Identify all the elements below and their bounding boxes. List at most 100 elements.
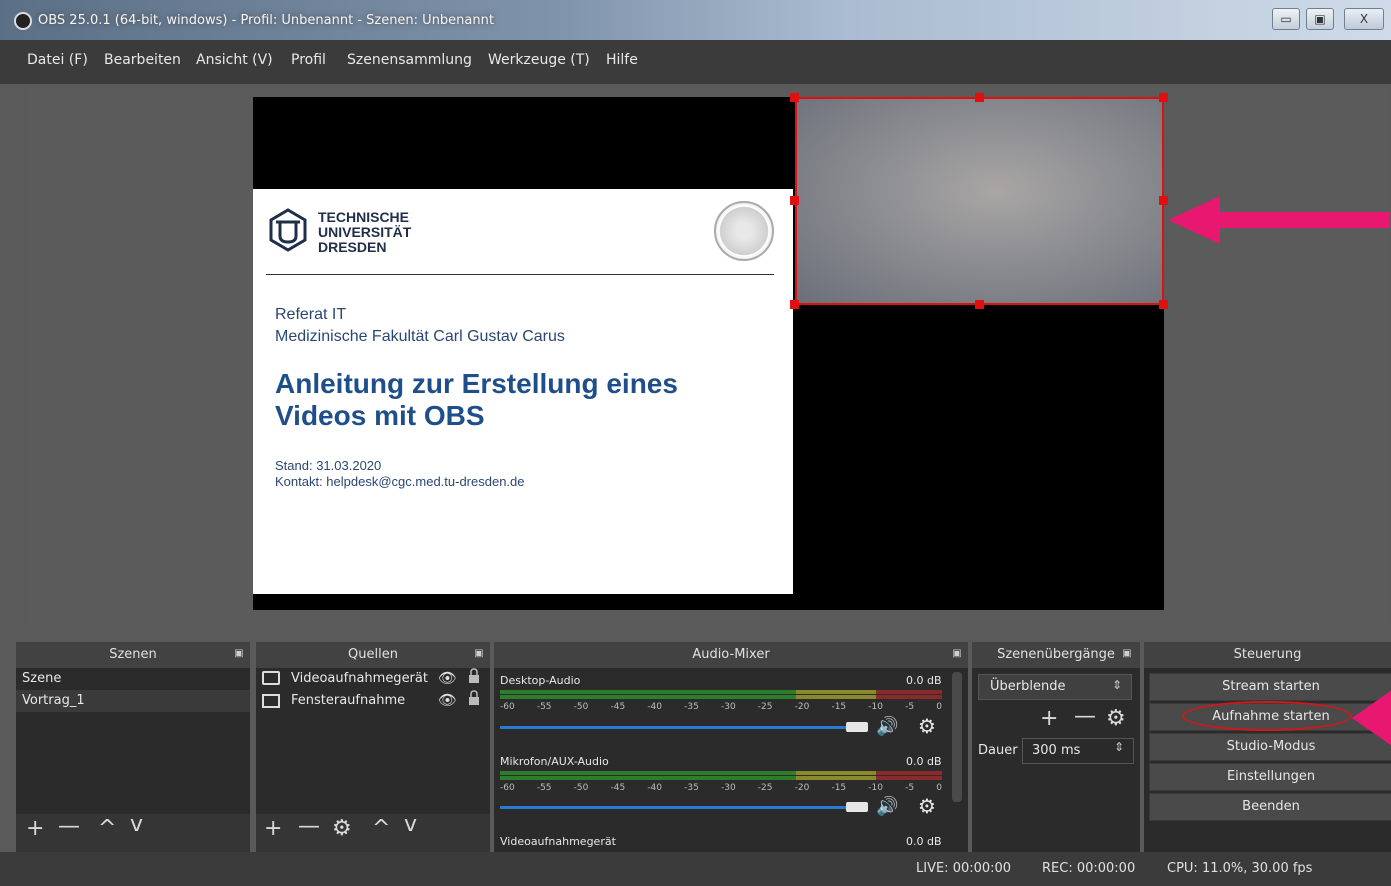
gear-icon[interactable]: ⚙ xyxy=(918,794,936,818)
audio-channel-name: Desktop-Audio xyxy=(500,674,581,687)
gear-icon[interactable]: ⚙ xyxy=(332,816,352,841)
live-timer: LIVE: 00:00:00 xyxy=(916,861,1012,876)
annotation-arrow-icon xyxy=(1352,690,1391,746)
menu-szenensammlung[interactable]: Szenensammlung xyxy=(347,52,472,68)
volume-slider-knob[interactable] xyxy=(846,722,868,732)
dock-float-icon[interactable]: ▣ xyxy=(234,648,244,660)
transition-selected-value: Überblende xyxy=(990,679,1066,694)
controls-dock-title: Steuerung xyxy=(1233,647,1302,662)
lock-icon[interactable] xyxy=(468,668,480,684)
audio-channel-name: Mikrofon/AUX-Audio xyxy=(500,755,609,768)
gear-icon[interactable]: ⚙ xyxy=(1106,706,1126,731)
menu-bar: Datei (F) Bearbeiten Ansicht (V) Profil … xyxy=(0,40,1391,84)
resize-handle[interactable] xyxy=(790,196,799,205)
speaker-icon[interactable]: 🔊 xyxy=(876,716,898,737)
volume-meter xyxy=(500,695,942,699)
source-item[interactable]: Fensteraufnahme xyxy=(291,690,405,712)
duration-value[interactable]: 300 ms xyxy=(1032,740,1080,762)
move-up-icon[interactable]: ^ xyxy=(98,816,116,841)
resize-handle[interactable] xyxy=(790,300,799,309)
dock-float-icon[interactable]: ▣ xyxy=(474,648,484,660)
sources-dock-header: Quellen ▣ xyxy=(256,642,490,668)
resize-handle[interactable] xyxy=(1159,196,1168,205)
scene-item[interactable]: Szene xyxy=(22,668,248,690)
audio-channel-level: 0.0 dB xyxy=(906,755,942,768)
highlight-ellipse xyxy=(1182,701,1352,731)
resize-handle[interactable] xyxy=(975,300,984,309)
camera-icon xyxy=(262,671,280,685)
tud-logo-icon xyxy=(269,208,307,252)
slide-title-line-1: Anleitung zur Erstellung eines xyxy=(275,368,678,399)
transitions-dock-header: Szenenübergänge ▣ xyxy=(972,642,1140,668)
menu-werkzeuge[interactable]: Werkzeuge (T) xyxy=(488,52,590,68)
exit-button[interactable]: Beenden xyxy=(1149,793,1391,821)
scene-item-selected[interactable]: Vortrag_1 xyxy=(16,690,250,712)
audio-channel-name: Videoaufnahmegerät xyxy=(500,835,616,848)
cpu-status: CPU: 11.0%, 30.00 fps xyxy=(1167,861,1313,876)
menu-datei[interactable]: Datei (F) xyxy=(27,52,88,68)
volume-meter xyxy=(500,690,942,694)
resize-handle[interactable] xyxy=(1159,93,1168,102)
close-button[interactable]: X xyxy=(1344,8,1384,30)
audio-dock-title: Audio-Mixer xyxy=(692,647,770,662)
minimize-button[interactable]: ▭ xyxy=(1272,8,1300,30)
slide-stand: Stand: 31.03.2020 xyxy=(275,458,382,473)
add-source-icon[interactable]: + xyxy=(264,816,282,841)
webcam-source-selected[interactable] xyxy=(795,97,1164,305)
audio-scrollbar[interactable] xyxy=(952,672,962,802)
add-scene-icon[interactable]: + xyxy=(26,816,44,841)
volume-slider[interactable] xyxy=(500,726,866,729)
tud-logo-line-3: DRESDEN xyxy=(318,239,387,255)
slide-divider xyxy=(266,274,774,275)
window-title: OBS 25.0.1 (64-bit, windows) - Profil: U… xyxy=(38,13,494,28)
menu-bearbeiten[interactable]: Bearbeiten xyxy=(104,52,181,68)
add-transition-icon[interactable]: + xyxy=(1040,706,1058,731)
rec-timer: REC: 00:00:00 xyxy=(1042,861,1136,876)
volume-slider[interactable] xyxy=(500,806,866,809)
slide-kontakt: Kontakt: helpdesk@cgc.med.tu-dresden.de xyxy=(275,474,525,489)
menu-hilfe[interactable]: Hilfe xyxy=(606,52,638,68)
duration-label: Dauer xyxy=(978,743,1018,758)
resize-handle[interactable] xyxy=(975,93,984,102)
university-seal-icon xyxy=(714,201,774,261)
menu-ansicht[interactable]: Ansicht (V) xyxy=(196,52,273,68)
tud-logo-line-2: UNIVERSITÄT xyxy=(318,224,412,240)
maximize-button[interactable]: ▣ xyxy=(1306,8,1334,30)
source-item[interactable]: Videoaufnahmegerät xyxy=(291,668,428,690)
resize-handle[interactable] xyxy=(1159,300,1168,309)
move-up-icon[interactable]: ^ xyxy=(372,816,390,841)
controls-dock-header: Steuerung xyxy=(1144,642,1391,668)
meter-ticks: -60 -55 -50 -45 -40 -35 -30 -25 -20 -15 -10 -5 0 xyxy=(500,783,942,793)
chevron-updown-icon: ⇕ xyxy=(1112,678,1123,692)
settings-button[interactable]: Einstellungen xyxy=(1149,763,1391,791)
audio-channel-level: 0.0 dB xyxy=(906,674,942,687)
spin-arrows-icon[interactable]: ⇕ xyxy=(1114,740,1124,754)
move-down-icon[interactable]: v xyxy=(130,812,143,837)
move-down-icon[interactable]: v xyxy=(404,812,417,837)
slide-subtitle-1: Referat IT xyxy=(275,306,347,323)
annotation-arrow-icon xyxy=(1168,196,1390,244)
resize-handle[interactable] xyxy=(790,93,799,102)
remove-source-icon[interactable]: — xyxy=(298,814,320,839)
gear-icon[interactable]: ⚙ xyxy=(918,714,936,738)
volume-slider-knob[interactable] xyxy=(846,802,868,812)
slide-title-line-2: Videos mit OBS xyxy=(275,400,485,431)
tud-logo-line-1: TECHNISCHE xyxy=(318,209,410,225)
audio-dock-header: Audio-Mixer ▣ xyxy=(494,642,968,668)
remove-transition-icon[interactable]: — xyxy=(1074,704,1096,729)
sources-dock-title: Quellen xyxy=(348,647,398,662)
slide-subtitle-2: Medizinische Fakultät Carl Gustav Carus xyxy=(275,328,565,345)
volume-meter xyxy=(500,776,942,780)
visibility-eye-icon[interactable]: 👁 xyxy=(438,691,457,709)
dock-float-icon[interactable]: ▣ xyxy=(952,648,962,660)
window-icon xyxy=(262,694,280,708)
visibility-eye-icon[interactable]: 👁 xyxy=(438,669,457,687)
lock-icon[interactable] xyxy=(468,690,480,706)
dock-float-icon[interactable]: ▣ xyxy=(1122,648,1132,660)
remove-scene-icon[interactable]: — xyxy=(58,814,80,839)
speaker-icon[interactable]: 🔊 xyxy=(876,796,898,817)
menu-profil[interactable]: Profil xyxy=(291,52,326,68)
audio-channel-level: 0.0 dB xyxy=(906,835,942,848)
transitions-dock-title: Szenenübergänge xyxy=(997,647,1115,662)
volume-meter xyxy=(500,771,942,775)
